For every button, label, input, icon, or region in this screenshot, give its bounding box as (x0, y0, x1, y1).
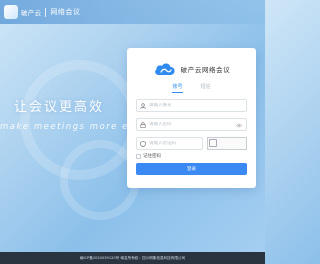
footer-text: 赣ICP备2020039120号 域名所有权：四川明象信息科技有限公司 (79, 255, 186, 260)
cloud-logo-icon (154, 63, 175, 75)
username-field[interactable] (136, 99, 247, 112)
lock-icon (140, 121, 146, 128)
captcha-input[interactable] (149, 141, 199, 146)
brand-name: 破产云 (21, 9, 42, 17)
captcha-image[interactable] (207, 137, 247, 150)
login-header: 破产云网络会议 (127, 61, 256, 77)
remember-label: 记住密码 (143, 154, 161, 159)
eye-icon[interactable] (236, 123, 242, 128)
app-title: 网络会议 (50, 8, 81, 16)
tab-account[interactable]: 账号 (172, 83, 183, 93)
username-input[interactable] (149, 103, 229, 108)
hero-slogan-english: make meetings more efficient (0, 122, 135, 132)
login-button[interactable]: 登录 (136, 163, 247, 175)
captcha-field[interactable] (136, 137, 203, 150)
tab-sms[interactable]: 短信 (201, 83, 211, 93)
login-tabs: 账号 短信 (127, 83, 256, 93)
login-title: 破产云网络会议 (180, 66, 231, 74)
remember-password[interactable]: 记住密码 (136, 153, 161, 159)
header-divider (45, 7, 47, 17)
user-icon (140, 102, 146, 109)
top-bar: 破产云 网络会议 (0, 0, 265, 24)
shield-icon (140, 140, 146, 147)
logo-icon (4, 5, 18, 19)
remember-checkbox[interactable] (136, 153, 141, 159)
password-field[interactable] (136, 118, 247, 131)
login-panel: 破产云网络会议 账号 短信 记住密码 登录 (127, 48, 256, 188)
hero-slogan: 让会议更高效 (14, 100, 105, 115)
footer: 赣ICP备2020039120号 域名所有权：四川明象信息科技有限公司 (0, 252, 265, 264)
password-input[interactable] (149, 122, 229, 127)
